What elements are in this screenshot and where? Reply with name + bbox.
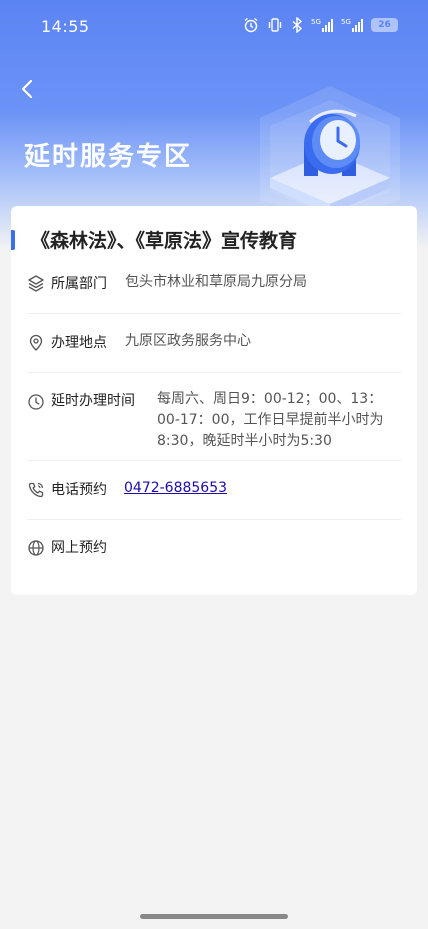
service-title: 《森林法》、《草原法》宣传教育	[31, 230, 298, 252]
phone-booking-row: 电话预约 0472-6885653	[27, 461, 401, 520]
signal-5g-icon: 5G	[341, 17, 363, 33]
phone-booking-label: 电话预约	[51, 482, 107, 498]
clock-illustration	[260, 86, 400, 222]
svg-text:5G: 5G	[341, 18, 351, 26]
title-accent-bar	[11, 230, 15, 250]
signal-5g-icon: 5G	[311, 17, 333, 33]
department-row: 所属部门 包头市林业和草原局九原分局	[27, 266, 401, 314]
home-indicator[interactable]	[140, 914, 288, 919]
online-booking-label: 网上预约	[51, 540, 107, 556]
bluetooth-icon	[291, 17, 303, 33]
back-button[interactable]	[14, 76, 40, 102]
extended-hours-value: 每周六、周日9：00-12；00、13：00-17：00，工作日早提前半小时为8…	[157, 391, 384, 449]
extended-hours-row: 延时办理时间 每周六、周日9：00-12；00、13：00-17：00，工作日早…	[27, 373, 401, 461]
extended-hours-label: 延时办理时间	[51, 393, 135, 409]
chevron-left-icon	[21, 79, 33, 99]
location-row: 办理地点 九原区政务服务中心	[27, 314, 401, 373]
vibrate-icon	[267, 17, 283, 33]
status-bar: 14:55 5G 5G 26	[0, 0, 428, 56]
clock-icon	[27, 393, 45, 411]
online-booking-row[interactable]: 网上预约	[27, 520, 401, 578]
page-title: 延时服务专区	[24, 142, 193, 172]
svg-text:5G: 5G	[311, 18, 321, 26]
alarm-icon	[243, 17, 259, 33]
phone-icon	[27, 481, 45, 499]
status-time: 14:55	[41, 17, 90, 36]
layers-icon	[27, 274, 45, 292]
globe-icon	[27, 539, 45, 557]
service-card: 《森林法》、《草原法》宣传教育 所属部门 包头市林业和草原局九原分局 办理地点 …	[11, 206, 417, 595]
location-pin-icon	[27, 334, 45, 352]
battery-icon: 26	[371, 18, 398, 32]
department-label: 所属部门	[51, 276, 107, 292]
phone-number-link[interactable]: 0472-6885653	[124, 478, 227, 498]
location-label: 办理地点	[51, 335, 107, 351]
department-value: 包头市林业和草原局九原分局	[125, 274, 307, 290]
status-icons: 5G 5G 26	[243, 17, 398, 33]
location-value: 九原区政务服务中心	[125, 333, 251, 349]
